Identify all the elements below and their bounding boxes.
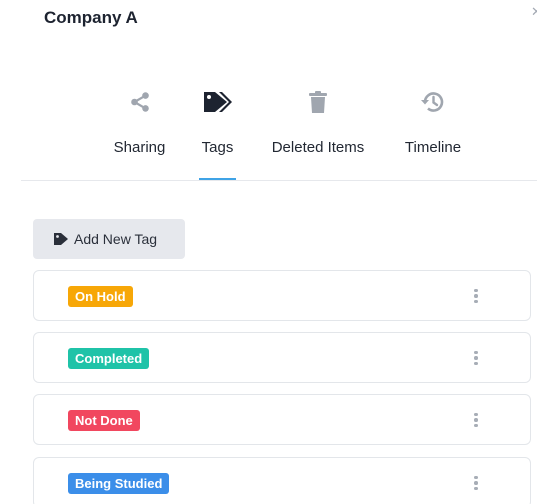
- tags-icon: [199, 86, 236, 118]
- tab-tags-label: Tags: [201, 139, 234, 156]
- more-options-icon[interactable]: [470, 410, 482, 430]
- tag-row: Being Studied: [33, 457, 531, 504]
- tag-badge[interactable]: On Hold: [68, 286, 133, 307]
- tab-tags[interactable]: Tags: [199, 86, 236, 156]
- trash-icon: [265, 86, 371, 118]
- more-options-icon[interactable]: [470, 286, 482, 306]
- tag-row: Completed: [33, 332, 531, 383]
- tag-icon: [54, 233, 68, 245]
- tab-divider: [21, 180, 537, 181]
- more-options-icon[interactable]: [470, 348, 482, 368]
- tab-deleted-items[interactable]: Deleted Items: [265, 86, 371, 156]
- tag-badge[interactable]: Being Studied: [68, 473, 170, 494]
- tab-deleted-items-label: Deleted Items: [271, 139, 365, 156]
- tab-sharing[interactable]: Sharing: [110, 86, 169, 156]
- close-icon[interactable]: ✕: [531, 5, 537, 18]
- tab-timeline-label: Timeline: [404, 139, 462, 156]
- add-new-tag-label: Add New Tag: [74, 231, 158, 247]
- history-icon: [401, 86, 465, 118]
- tab-timeline[interactable]: Timeline: [401, 86, 465, 156]
- tag-badge[interactable]: Completed: [68, 348, 150, 369]
- tag-row: On Hold: [33, 270, 531, 321]
- more-options-icon[interactable]: [470, 473, 482, 493]
- panel-title: Company A: [44, 8, 138, 27]
- add-new-tag-button[interactable]: Add New Tag: [33, 219, 185, 259]
- tag-badge[interactable]: Not Done: [68, 410, 140, 431]
- share-icon: [110, 86, 169, 118]
- tab-bar: Sharing Tags Deleted Items Timeline: [0, 86, 537, 182]
- tag-row: Not Done: [33, 394, 531, 445]
- tab-sharing-label: Sharing: [113, 139, 166, 156]
